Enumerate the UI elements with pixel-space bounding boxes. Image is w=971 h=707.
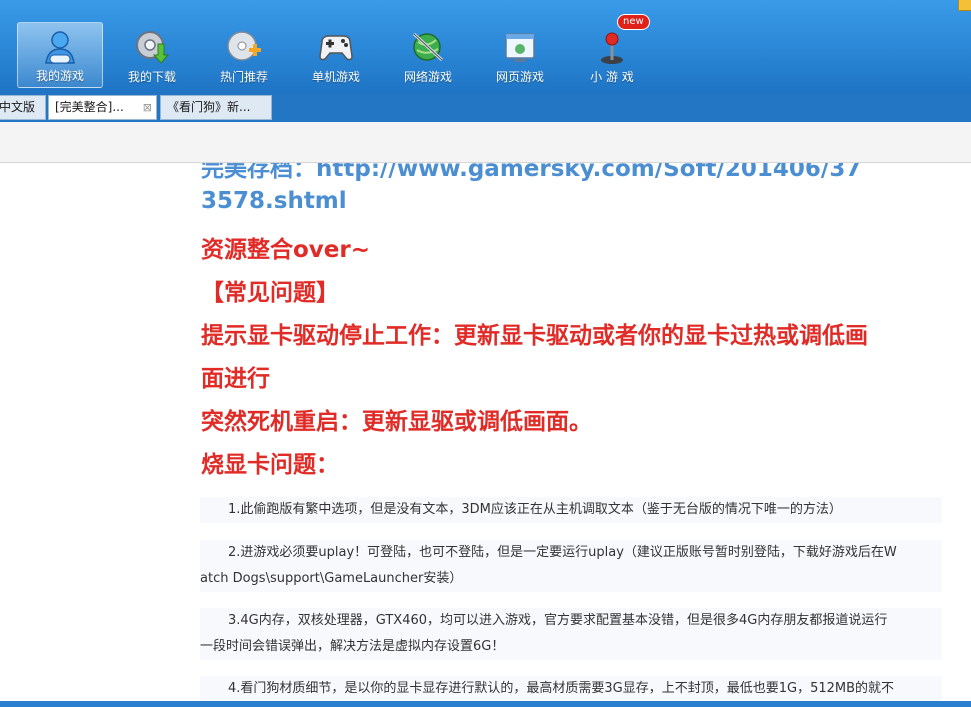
paragraph-line: 3.4G内存，双核处理器，GTX460，均可以进入游戏，官方要求配置基本没错，但… — [228, 613, 888, 628]
issue-crash-line: 突然死机重启：更新显驱或调低画面。 — [201, 408, 592, 435]
toolbar-online-games[interactable]: 网络游戏 — [385, 22, 471, 88]
globe-sword-icon — [412, 32, 444, 62]
note-paragraph-2: 2.进游戏必须要uplay！可登陆，也可不登陆，但是一定要运行uplay（建议正… — [200, 540, 942, 592]
issue-driver-line-1: 提示显卡驱动停止工作：更新显卡驱动或者你的显卡过热或调低画 — [201, 322, 868, 349]
toolbar-web-games[interactable]: 网页游戏 — [477, 22, 563, 88]
tab-chinese-version[interactable]: 中文版 — [0, 95, 46, 120]
game-client-window: 我的游戏 我的下载 热门推荐 单机游戏 网络游戏 网页游戏 new 小 游 戏 … — [0, 0, 971, 707]
article-content: 完美存档：http://www.gamersky.com/Soft/201406… — [0, 163, 971, 701]
toolbar-mini-games[interactable]: new 小 游 戏 — [569, 14, 655, 88]
new-badge: new — [617, 14, 650, 30]
tab-watch-dogs-news[interactable]: 《看门狗》新... — [160, 95, 272, 120]
paragraph-line: atch Dogs\support\GameLauncher安装） — [200, 571, 463, 586]
skin-icon[interactable] — [958, 0, 971, 11]
disc-plus-icon — [227, 31, 261, 61]
toolbar-label: 网络游戏 — [403, 70, 452, 84]
webpage-icon — [505, 33, 535, 62]
gear-download-icon — [136, 31, 170, 64]
faq-heading: 【常见问题】 — [201, 279, 339, 306]
save-link-line: 完美存档：http://www.gamersky.com/Soft/201406… — [201, 163, 861, 183]
toolbar-single-games[interactable]: 单机游戏 — [293, 22, 379, 88]
integration-prefix: 资源整合 — [201, 236, 293, 263]
toolbar-label: 小 游 戏 — [590, 70, 634, 84]
paragraph-line: 1.此偷跑版有繁中选项，但是没有文本，3DM应该正在从主机调取文本（鉴于无台版的… — [228, 502, 842, 517]
note-paragraph-1: 1.此偷跑版有繁中选项，但是没有文本，3DM应该正在从主机调取文本（鉴于无台版的… — [200, 497, 942, 523]
toolbar-label: 网页游戏 — [495, 70, 544, 84]
note-paragraph-4: 4.看门狗材质细节，是以你的显卡显存进行默认的，最高材质需要3G显存，上不封顶，… — [200, 676, 942, 701]
integration-over-line: 资源整合over~ — [201, 230, 370, 264]
toolbar-label: 热门推荐 — [219, 70, 268, 84]
toolbar-label: 单机游戏 — [311, 70, 360, 84]
toolbar-my-downloads[interactable]: 我的下载 — [109, 22, 195, 88]
tab-bar: 中文版 [完美整合]... ⊠ 《看门狗》新... — [0, 94, 971, 122]
joystick-icon — [601, 32, 623, 64]
paragraph-line: 4.看门狗材质细节，是以你的显卡显存进行默认的，最高材质需要3G显存，上不封顶，… — [228, 681, 895, 696]
save-link-tail[interactable]: 3578.shtml — [201, 188, 347, 214]
paragraph-line: 2.进游戏必须要uplay！可登陆，也可不登陆，但是一定要运行uplay（建议正… — [228, 545, 897, 560]
note-paragraph-3: 3.4G内存，双核处理器，GTX460，均可以进入游戏，官方要求配置基本没错，但… — [200, 608, 942, 660]
address-strip — [0, 122, 971, 163]
issue-gpu-burn-line: 烧显卡问题： — [201, 451, 339, 478]
tab-complete-integration[interactable]: [完美整合]... ⊠ — [48, 95, 157, 120]
main-toolbar: 我的游戏 我的下载 热门推荐 单机游戏 网络游戏 网页游戏 new 小 游 戏 — [0, 0, 971, 94]
tab-label: [完美整合]... — [55, 100, 124, 114]
toolbar-my-games[interactable]: 我的游戏 — [17, 22, 103, 88]
close-icon[interactable]: ⊠ — [143, 96, 152, 119]
tab-label: 《看门狗》新... — [167, 100, 251, 114]
toolbar-label: 我的下载 — [127, 70, 176, 84]
integration-suffix: over~ — [293, 237, 371, 263]
toolbar-label: 我的游戏 — [35, 69, 84, 83]
toolbar-hot-recommend[interactable]: 热门推荐 — [201, 22, 287, 88]
bottom-border — [0, 701, 971, 707]
user-gamepad-icon — [45, 31, 75, 64]
tab-label: 中文版 — [0, 100, 36, 114]
issue-driver-line-2: 面进行 — [201, 365, 270, 392]
save-link-text[interactable]: 完美存档：http://www.gamersky.com/Soft/201406… — [201, 163, 861, 182]
paragraph-line: 一段时间会错误弹出，解决方法是虚拟内存设置6G！ — [200, 639, 505, 654]
gamepad-icon — [319, 35, 353, 61]
